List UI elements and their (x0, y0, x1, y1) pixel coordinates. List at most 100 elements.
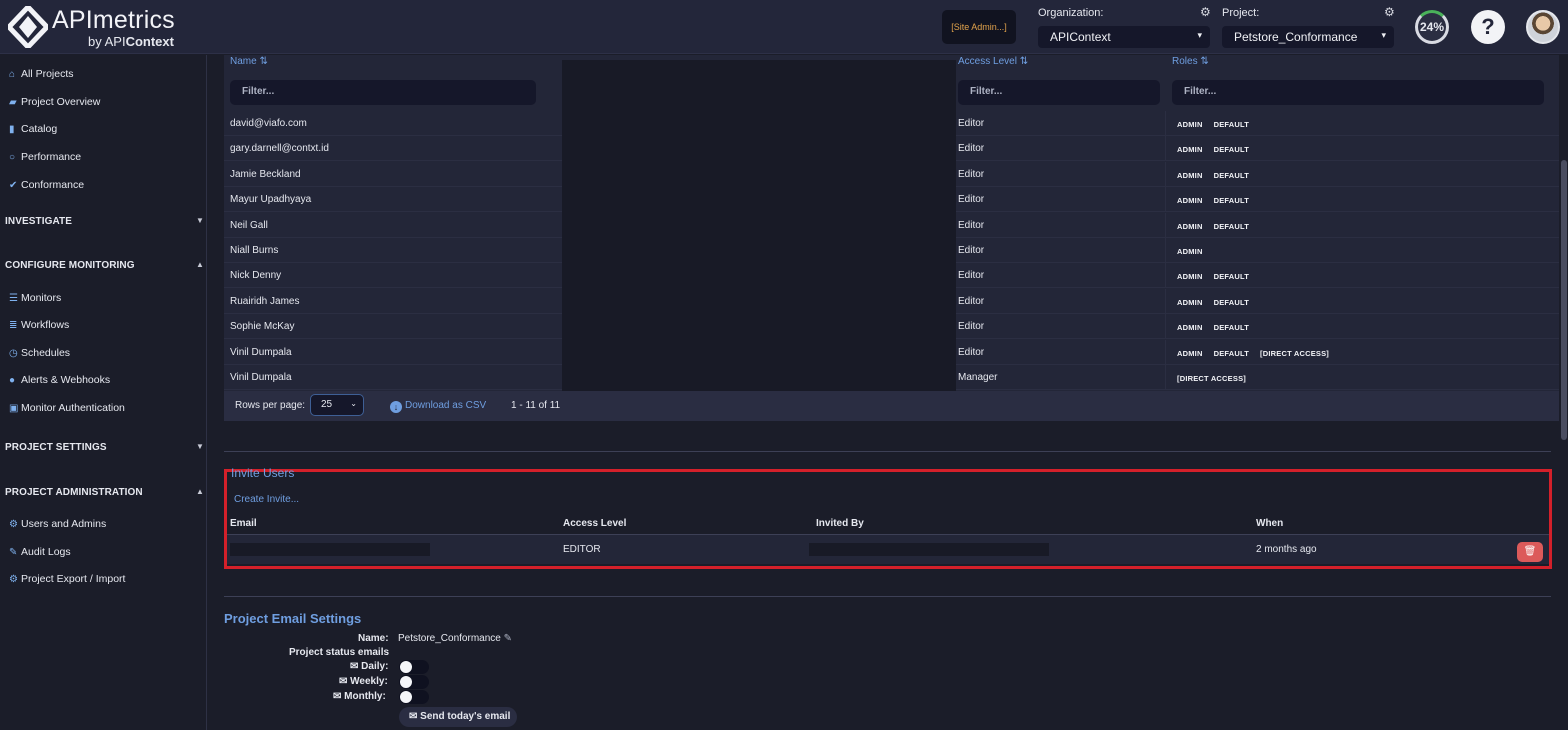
role-badge: [DIRECT ACCESS] (1177, 374, 1246, 383)
send-label: Send today's email (420, 711, 511, 722)
roles-cell: ADMIN DEFAULT (1177, 221, 1260, 232)
monthly-toggle[interactable] (399, 690, 429, 704)
sidebar-item-workflows[interactable]: ≣ Workflows (9, 319, 69, 331)
sidebar-item-label: Monitors (21, 292, 62, 304)
sidebar-item-monitors[interactable]: ☰ Monitors (9, 292, 61, 304)
clock-icon: ◷ (9, 348, 18, 359)
sidebar-section-investigate[interactable]: INVESTIGATE ▼ (5, 216, 205, 227)
role-badge: ADMIN (1177, 297, 1203, 307)
sidebar-item-label: Monitor Authentication (21, 402, 125, 414)
brand-byline: by APIContext (88, 34, 174, 49)
role-badge: ADMIN (1177, 196, 1203, 206)
access-level-cell: Editor (958, 295, 985, 307)
column-divider (1165, 161, 1166, 187)
circle-icon: ○ (9, 152, 16, 163)
weekly-toggle[interactable] (399, 675, 429, 689)
sidebar-item-schedules[interactable]: ◷ Schedules (9, 347, 70, 359)
sidebar-item-alerts-webhooks[interactable]: ● Alerts & Webhooks (9, 374, 110, 386)
org-gear-icon[interactable]: ⚙ (1200, 5, 1211, 19)
name-filter-input[interactable]: Filter... (230, 80, 536, 105)
column-header-access-level[interactable]: Access Level ⇅ (958, 56, 1028, 67)
sidebar-item-label: Project Export / Import (21, 573, 126, 585)
roles-filter-input[interactable]: Filter... (1172, 80, 1544, 105)
sidebar-item-conformance[interactable]: ✔ Conformance (9, 179, 84, 191)
sidebar-item-project-overview[interactable]: ▰ Project Overview (9, 96, 100, 108)
section-label: PROJECT SETTINGS (5, 442, 107, 453)
access-level-cell: Editor (958, 118, 985, 129)
divider (224, 596, 1551, 597)
download-csv-link[interactable]: ↓ Download as CSV (390, 400, 486, 413)
section-label: INVESTIGATE (5, 216, 73, 227)
list-icon: ☰ (9, 293, 18, 304)
workflow-icon: ≣ (9, 320, 18, 331)
organization-select[interactable]: APIContext ▾ (1038, 26, 1210, 48)
caret-down-icon: ▼ (196, 216, 205, 225)
rows-per-page-value: 25 (321, 399, 333, 410)
column-divider (1165, 288, 1166, 314)
redacted-email (230, 543, 430, 556)
user-name-cell: Ruairidh James (230, 295, 300, 307)
send-todays-email-button[interactable]: ✉ Send today's email (399, 707, 517, 727)
roles-cell: ADMIN DEFAULT (1177, 170, 1260, 181)
edit-icon: ✎ (9, 547, 18, 558)
main-content: Name ⇅ Access Level ⇅ Roles ⇅ Filter... … (208, 55, 1568, 730)
weekly-label: ✉ Weekly: (339, 676, 388, 687)
mail-icon: ✉ (333, 691, 342, 702)
user-name-cell: Vinil Dumpala (230, 346, 292, 358)
access-level-cell: Editor (958, 270, 985, 282)
sidebar-item-users-admins[interactable]: ⚙ Users and Admins (9, 518, 106, 530)
role-badge: DEFAULT (1213, 348, 1250, 358)
column-divider (1165, 339, 1166, 365)
page-scrollbar[interactable] (1561, 160, 1567, 440)
sidebar-item-monitor-authentication[interactable]: ▣ Monitor Authentication (9, 402, 125, 414)
apimetrics-logo-icon[interactable] (8, 6, 48, 48)
daily-toggle[interactable] (399, 660, 429, 674)
access-level-cell: Editor (958, 168, 985, 180)
progress-indicator[interactable]: 24% (1415, 10, 1449, 44)
user-avatar[interactable] (1526, 10, 1560, 44)
organization-value: APIContext (1050, 30, 1111, 44)
edit-icon: ✎ (503, 633, 513, 644)
header-label: Access Level (958, 56, 1017, 67)
chevron-down-icon: ▾ (1197, 30, 1202, 40)
delete-invite-button[interactable]: 🗑 (1517, 542, 1543, 562)
caret-down-icon: ▼ (196, 442, 205, 451)
sidebar-item-performance[interactable]: ○ Performance (9, 151, 81, 163)
sidebar-item-audit-logs[interactable]: ✎ Audit Logs (9, 546, 71, 558)
column-divider (1165, 136, 1166, 162)
project-gear-icon[interactable]: ⚙ (1384, 5, 1395, 19)
email-name-field[interactable]: Petstore_Conformance ✎ (398, 633, 512, 644)
roles-cell: ADMIN DEFAULT (1177, 195, 1260, 206)
access-level-cell: Editor (958, 321, 985, 333)
project-select[interactable]: Petstore_Conformance ▾ (1222, 26, 1394, 48)
sidebar-item-catalog[interactable]: ▮ Catalog (9, 123, 57, 135)
home-icon: ⌂ (9, 69, 16, 80)
weekly-label-text: Weekly: (350, 676, 388, 687)
sidebar-section-configure[interactable]: CONFIGURE MONITORING ▲ (5, 260, 205, 271)
sidebar-item-all-projects[interactable]: ⌂ All Projects (9, 68, 74, 80)
sidebar-section-project-admin[interactable]: PROJECT ADMINISTRATION ▲ (5, 487, 205, 498)
site-admin-button[interactable]: [Site Admin...] (942, 10, 1016, 44)
roles-cell: ADMIN DEFAULT (1177, 144, 1260, 155)
mail-icon: ✉ (409, 711, 418, 722)
sidebar-item-project-export-import[interactable]: ⚙ Project Export / Import (9, 573, 125, 585)
column-header-roles[interactable]: Roles ⇅ (1172, 56, 1209, 67)
sidebar-section-project-settings[interactable]: PROJECT SETTINGS ▼ (5, 442, 205, 453)
help-button[interactable]: ? (1471, 10, 1505, 44)
access-filter-input[interactable]: Filter... (958, 80, 1160, 105)
column-divider (1165, 111, 1166, 136)
sidebar-item-label: Users and Admins (21, 518, 107, 530)
monthly-label: ✉ Monthly: (333, 691, 386, 702)
column-header-name[interactable]: Name ⇅ (230, 56, 268, 67)
roles-cell: ADMIN (1177, 246, 1214, 257)
toggle-knob (400, 691, 412, 703)
access-level-cell: Editor (958, 194, 985, 206)
role-badge: ADMIN (1177, 348, 1203, 358)
invite-header-email: Email (230, 518, 257, 529)
toggle-knob (400, 676, 412, 688)
invite-access-level: EDITOR (563, 544, 601, 555)
rows-per-page-select[interactable]: 25 ⌄ (310, 394, 364, 416)
role-badge: DEFAULT (1213, 272, 1250, 282)
sidebar-item-label: Catalog (21, 123, 58, 135)
create-invite-link[interactable]: Create Invite... (234, 494, 299, 505)
